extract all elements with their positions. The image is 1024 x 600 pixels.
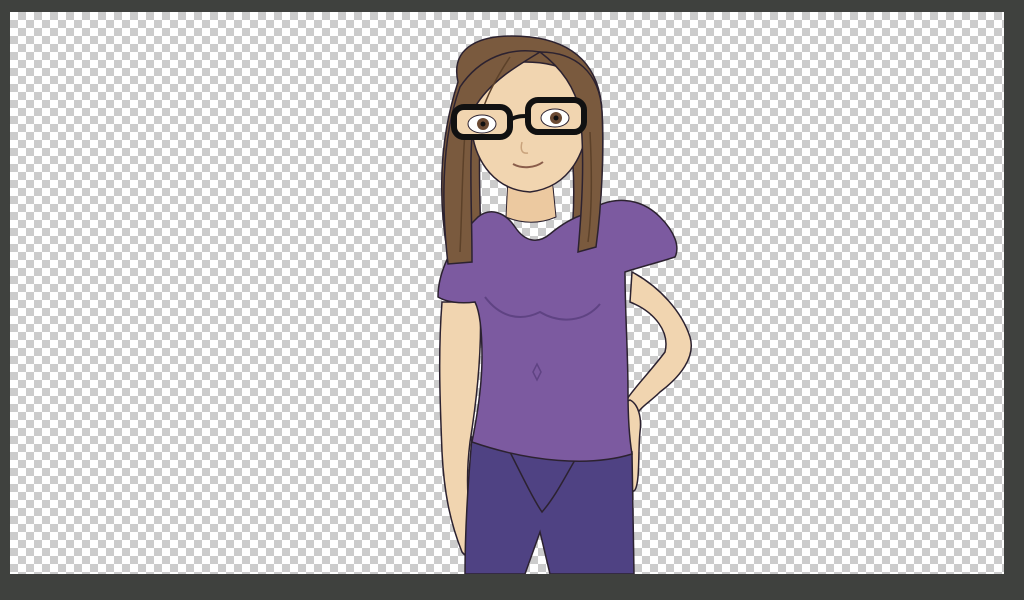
document-canvas[interactable] (10, 12, 1004, 574)
right-arm (621, 270, 692, 419)
editor-workspace (0, 0, 1024, 600)
character-layer[interactable] (10, 12, 1004, 574)
